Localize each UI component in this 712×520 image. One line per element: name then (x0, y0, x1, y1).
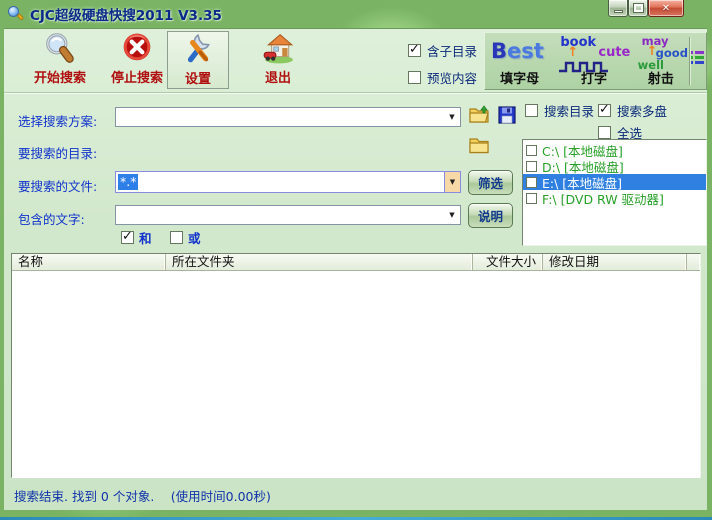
browse-folder-icon[interactable] (468, 136, 490, 155)
maximize-button[interactable] (628, 0, 648, 17)
or-checkbox[interactable] (170, 231, 183, 244)
ad-fill-letters-label: 填字母 (485, 68, 554, 87)
status-bar: 搜索结束. 找到 0 个对象. (使用时间0.00秒) (4, 478, 707, 511)
preview-content-checkbox[interactable] (408, 71, 421, 84)
exit-button[interactable]: 退出 (244, 31, 312, 89)
ad-shooting-label: 射击 (634, 68, 688, 87)
preview-content-label: 预览内容 (427, 68, 477, 87)
multi-disk-label: 搜索多盘 (617, 101, 667, 120)
maximize-icon (634, 4, 643, 12)
chevron-down-icon[interactable]: ▼ (446, 206, 458, 224)
ad-word-book: book (560, 35, 596, 50)
settings-label: 设置 (185, 68, 211, 87)
contains-text-combobox[interactable]: ▼ (115, 205, 461, 225)
ad-word-cute: cute (598, 45, 630, 60)
chevron-down-icon[interactable]: ▼ (446, 108, 458, 126)
filter-button[interactable]: 筛选 (468, 170, 513, 195)
drive-c-checkbox[interactable] (526, 145, 537, 156)
and-label: 和 (139, 228, 152, 247)
and-option[interactable]: 和 (121, 228, 152, 247)
minimize-icon (614, 10, 623, 13)
select-all-checkbox[interactable] (598, 126, 611, 139)
column-header-date[interactable]: 修改日期 (543, 254, 687, 270)
drive-f-label: F:\ [DVD RW 驱动器] (542, 189, 664, 208)
ad-typing-label: 打字 (554, 68, 633, 87)
search-dir-checkbox[interactable] (525, 104, 538, 117)
and-checkbox[interactable] (121, 231, 134, 244)
file-pattern-combobox[interactable]: *.* ▼ (115, 171, 461, 193)
start-search-button[interactable]: 开始搜索 (18, 31, 102, 89)
menu-list-icon (691, 51, 704, 66)
scheme-label: 选择搜索方案: (18, 111, 97, 130)
settings-button[interactable]: 设置 (167, 31, 229, 89)
toolbar: 开始搜索 停止搜索 设置 (4, 29, 707, 93)
up-arrow-icon: ↑ (567, 45, 578, 60)
exit-label: 退出 (265, 67, 291, 86)
window-controls: ✕ (608, 0, 684, 17)
file-pattern-value: *.* (118, 174, 138, 190)
client-area: 开始搜索 停止搜索 设置 (4, 28, 707, 510)
results-listview: 名称 所在文件夹 文件大小 修改日期 (11, 253, 701, 478)
results-body[interactable] (12, 271, 700, 478)
window-title: CJC超级硬盘快搜2011 V3.35 (30, 4, 222, 24)
directory-label: 要搜索的目录: (18, 143, 97, 162)
stop-icon (120, 31, 154, 65)
file-pattern-label: 要搜索的文件: (18, 176, 97, 195)
or-option[interactable]: 或 (170, 228, 201, 247)
drive-e-checkbox[interactable] (526, 177, 537, 188)
stop-search-button[interactable]: 停止搜索 (100, 31, 174, 89)
app-magnifier-icon (8, 6, 24, 22)
game-ads-panel: Best 填字母 book cute ↑ 打字 may good well ↑ (484, 32, 707, 90)
ads-divider (689, 37, 690, 85)
stop-search-label: 停止搜索 (111, 67, 163, 86)
exit-home-icon (261, 31, 295, 65)
include-subdirs-checkbox[interactable] (408, 44, 421, 57)
column-header-filler (687, 254, 700, 270)
column-header-folder[interactable]: 所在文件夹 (166, 254, 473, 270)
help-button[interactable]: 说明 (468, 203, 513, 228)
open-folder-icon[interactable] (468, 103, 490, 125)
up-arrow-icon: ↑ (647, 44, 658, 59)
preview-content-option[interactable]: 预览内容 (408, 68, 477, 87)
drive-item-f[interactable]: F:\ [DVD RW 驱动器] (523, 190, 706, 206)
ad-shooting[interactable]: may good well ↑ 射击 (634, 33, 706, 89)
tools-icon (181, 32, 215, 66)
ad-typing[interactable]: book cute ↑ 打字 (554, 33, 633, 89)
drive-d-checkbox[interactable] (526, 161, 537, 172)
column-header-name[interactable]: 名称 (12, 254, 166, 270)
multi-disk-checkbox[interactable] (598, 104, 611, 117)
or-label: 或 (188, 228, 201, 247)
minimize-button[interactable] (608, 0, 628, 17)
ad-best-word: Best (491, 39, 544, 63)
search-dir-option[interactable]: 搜索目录 (525, 101, 594, 120)
save-icon[interactable] (498, 106, 516, 124)
ad-fill-letters[interactable]: Best 填字母 (485, 33, 554, 89)
results-header: 名称 所在文件夹 文件大小 修改日期 (12, 254, 700, 271)
status-text: 搜索结束. 找到 0 个对象. (使用时间0.00秒) (14, 486, 271, 505)
drive-list[interactable]: C:\ [本地磁盘] D:\ [本地磁盘] E:\ [本地磁盘] F:\ [DV… (522, 139, 707, 246)
contains-text-label: 包含的文字: (18, 209, 85, 228)
close-icon: ✕ (662, 3, 670, 14)
chevron-down-icon[interactable]: ▼ (444, 172, 460, 192)
app-window: CJC超级硬盘快搜2011 V3.35 ✕ 开始搜索 (0, 0, 712, 520)
search-dir-label: 搜索目录 (544, 101, 594, 120)
column-header-size[interactable]: 文件大小 (473, 254, 543, 270)
start-search-label: 开始搜索 (34, 67, 86, 86)
drive-f-checkbox[interactable] (526, 193, 537, 204)
title-bar[interactable]: CJC超级硬盘快搜2011 V3.35 (0, 0, 712, 28)
search-icon (43, 31, 77, 65)
close-button[interactable]: ✕ (648, 0, 684, 17)
multi-disk-option[interactable]: 搜索多盘 (598, 101, 667, 120)
include-subdirs-option[interactable]: 含子目录 (408, 41, 477, 60)
scheme-combobox[interactable]: ▼ (115, 107, 461, 127)
include-subdirs-label: 含子目录 (427, 41, 477, 60)
